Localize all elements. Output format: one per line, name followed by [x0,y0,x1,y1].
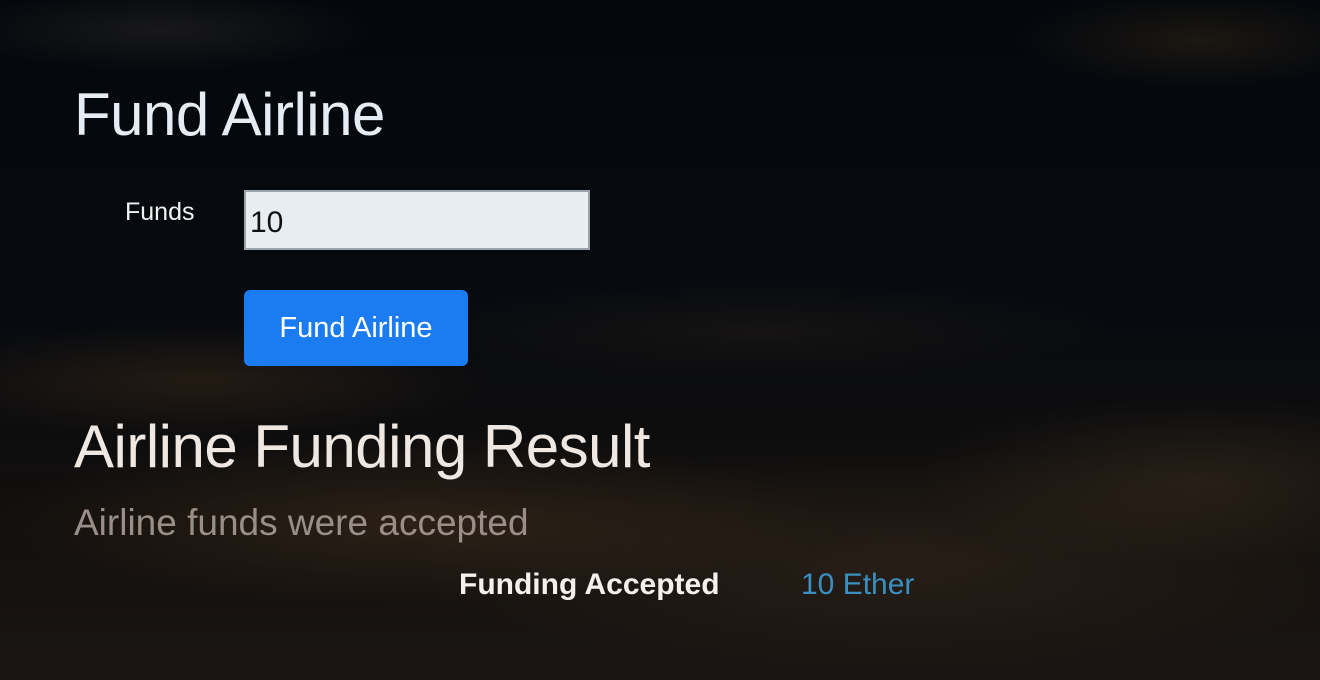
result-title: Airline Funding Result [74,413,650,480]
result-row-label: Funding Accepted [459,568,720,601]
page-content: Fund Airline Funds Fund Airline Airline … [0,0,1320,680]
funds-label: Funds [125,198,195,226]
result-subtitle: Airline funds were accepted [74,502,529,543]
fund-airline-button[interactable]: Fund Airline [244,290,468,366]
result-row-value: 10 Ether [801,568,915,601]
funds-input[interactable] [244,190,590,250]
page-title: Fund Airline [74,81,385,148]
